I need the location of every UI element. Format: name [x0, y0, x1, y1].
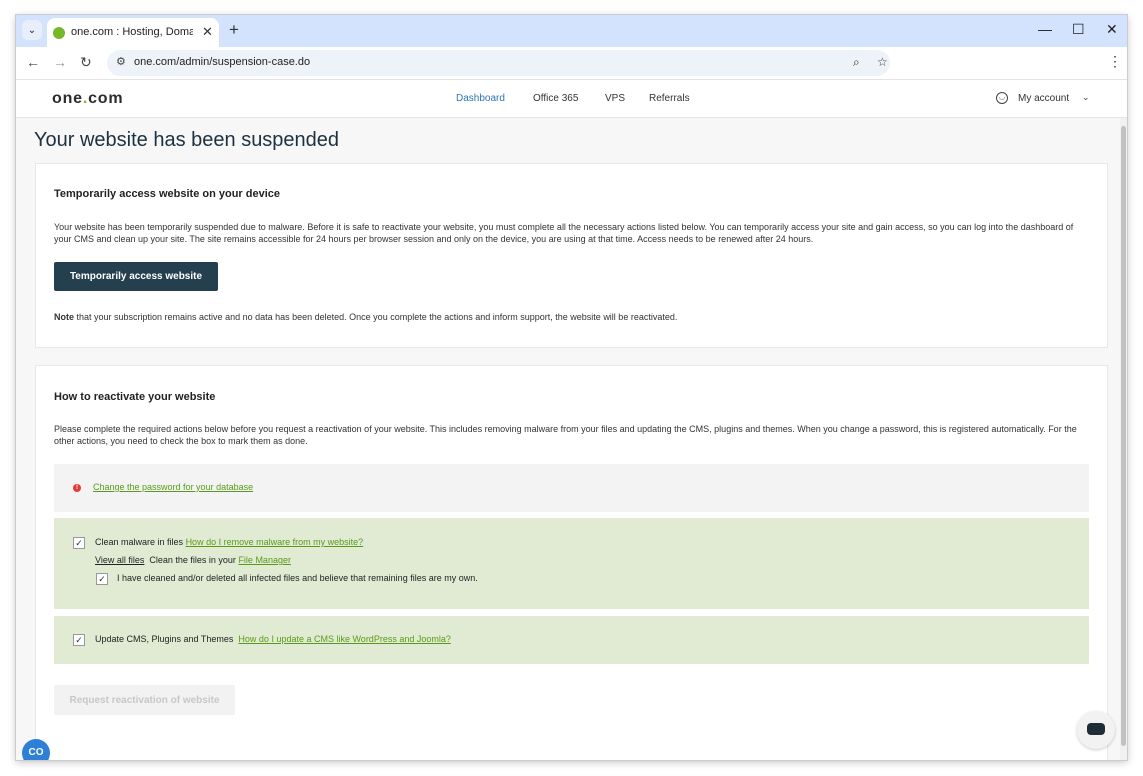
reactivate-card: How to reactivate your website Please co… [35, 365, 1108, 760]
view-all-files-link[interactable]: View all files [95, 555, 144, 565]
nav-office-365[interactable]: Office 365 [533, 93, 578, 104]
update-cms-row: Update CMS, Plugins and Themes How do I … [95, 634, 451, 644]
favicon-icon [53, 27, 65, 39]
clean-malware-label: Clean malware in files [95, 537, 184, 547]
file-manager-row: View all files Clean the files in your F… [95, 555, 291, 565]
browser-menu-icon[interactable]: ⋮ [1108, 53, 1122, 70]
confirm-clean-label: I have cleaned and/or deleted all infect… [117, 573, 478, 583]
tab-search-chevron-icon[interactable]: ⌄ [22, 20, 42, 40]
zoom-icon[interactable]: ⌕ [853, 55, 860, 70]
error-alert-icon: ! [73, 484, 81, 492]
note-body: that your subscription remains active an… [74, 312, 678, 322]
account-user-icon[interactable]: ◡ [996, 92, 1008, 104]
co-assistant-icon[interactable]: CO [22, 739, 50, 760]
one-com-logo[interactable]: one.com [52, 90, 123, 108]
reload-icon[interactable]: ↻ [80, 54, 92, 71]
minimize-icon[interactable]: — [1038, 21, 1052, 37]
file-manager-link[interactable]: File Manager [238, 555, 291, 565]
tab-title: one.com : Hosting, Domain, Em [71, 26, 193, 38]
update-cms-help-link[interactable]: How do I update a CMS like WordPress and… [238, 634, 450, 644]
page-content: one.com Dashboard Office 365 VPS Referra… [16, 80, 1127, 760]
note-label: Note [54, 312, 74, 322]
browser-window: ⌄ one.com : Hosting, Domain, Em ✕ + — ☐ … [16, 15, 1127, 760]
update-cms-label: Update CMS, Plugins and Themes [95, 634, 234, 644]
tab-close-icon[interactable]: ✕ [202, 24, 213, 40]
my-account-link[interactable]: My account [1018, 93, 1069, 104]
bookmark-star-icon[interactable]: ☆ [877, 55, 888, 69]
scrollbar-thumb[interactable] [1121, 126, 1126, 746]
task-clean-malware: ✓ Clean malware in files How do I remove… [54, 518, 1089, 609]
nav-dashboard[interactable]: Dashboard [456, 93, 505, 104]
nav-referrals[interactable]: Referrals [649, 93, 690, 104]
close-window-icon[interactable]: ✕ [1106, 21, 1118, 38]
browser-toolbar: ← → ↻ ⚙ one.com/admin/suspension-case.do… [16, 47, 1127, 80]
request-reactivation-button[interactable]: Request reactivation of website [54, 685, 235, 715]
browser-tab[interactable]: one.com : Hosting, Domain, Em ✕ [47, 18, 219, 47]
task-update-cms: ✓ Update CMS, Plugins and Themes How do … [54, 616, 1089, 664]
temporarily-access-button[interactable]: Temporarily access website [54, 262, 218, 291]
temp-access-heading: Temporarily access website on your devic… [54, 188, 281, 200]
tab-strip: ⌄ one.com : Hosting, Domain, Em ✕ + — ☐ … [16, 15, 1127, 47]
reactivate-heading: How to reactivate your website [54, 391, 216, 403]
chevron-down-icon[interactable]: ⌄ [1082, 92, 1090, 103]
temp-access-card: Temporarily access website on your devic… [35, 163, 1108, 348]
site-info-icon[interactable]: ⚙ [116, 55, 126, 68]
remove-malware-help-link[interactable]: How do I remove malware from my website? [186, 537, 364, 547]
confirm-clean-checkbox[interactable]: ✓ [96, 573, 108, 585]
page-title: Your website has been suspended [34, 129, 340, 151]
site-header: one.com Dashboard Office 365 VPS Referra… [16, 80, 1127, 118]
back-icon[interactable]: ← [26, 54, 40, 70]
address-bar[interactable]: ⚙ one.com/admin/suspension-case.do ⌕ ☆ [107, 50, 890, 76]
update-cms-checkbox[interactable]: ✓ [73, 634, 85, 646]
url-text[interactable]: one.com/admin/suspension-case.do [134, 56, 310, 68]
forward-icon[interactable]: → [53, 54, 67, 70]
reactivate-description: Please complete the required actions bel… [54, 424, 1077, 446]
chat-support-icon[interactable] [1077, 711, 1115, 749]
clean-malware-checkbox[interactable]: ✓ [73, 537, 85, 549]
temp-access-description: Your website has been temporarily suspen… [54, 222, 1074, 244]
new-tab-button[interactable]: + [229, 20, 239, 40]
maximize-icon[interactable]: ☐ [1072, 21, 1085, 38]
note-text: Note that your subscription remains acti… [54, 311, 1084, 323]
nav-vps[interactable]: VPS [605, 93, 625, 104]
task-change-password: ! Change the password for your database [54, 464, 1089, 512]
change-password-link[interactable]: Change the password for your database [93, 482, 253, 492]
clean-files-text: Clean the files in your [149, 555, 236, 565]
clean-malware-row: Clean malware in files How do I remove m… [95, 537, 363, 547]
